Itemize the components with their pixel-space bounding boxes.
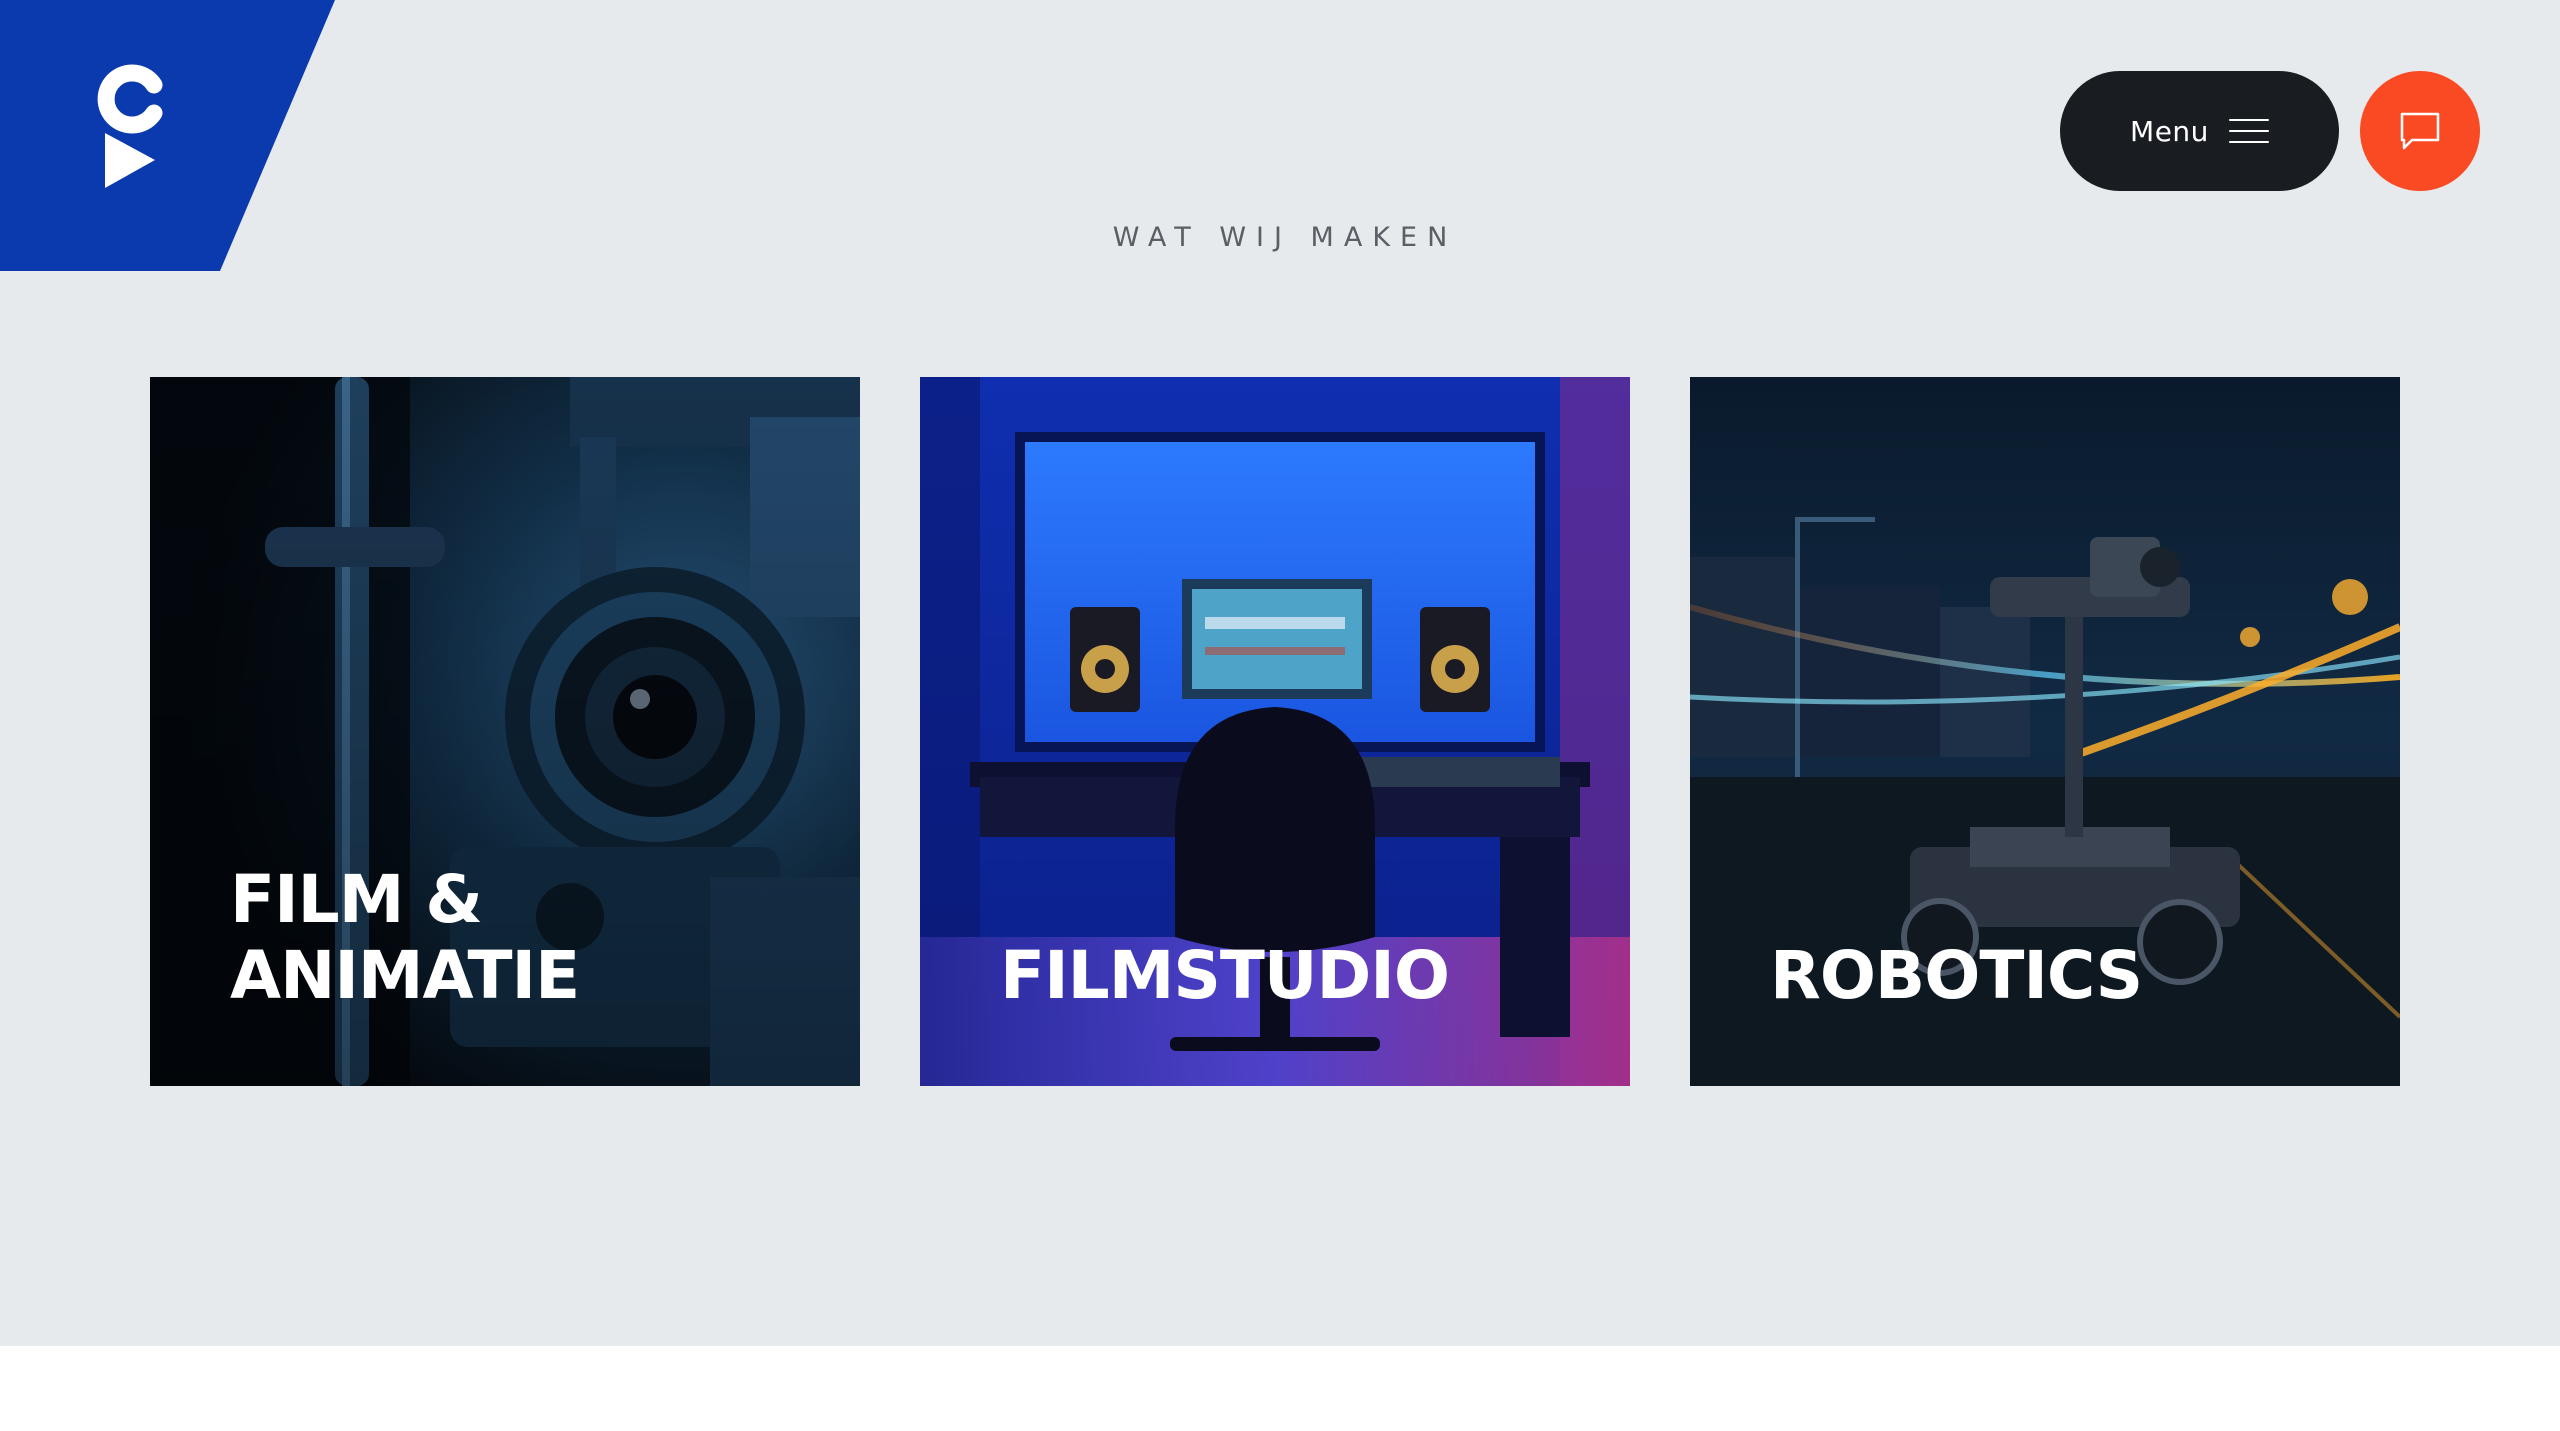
chat-bubble-icon: [2400, 112, 2440, 150]
card-title: FILM & ANIMATIE: [230, 861, 580, 1014]
menu-button[interactable]: Menu: [2060, 71, 2339, 191]
card-title: ROBOTICS: [1770, 937, 2143, 1014]
card-filmstudio[interactable]: FILMSTUDIO: [920, 377, 1630, 1086]
menu-label: Menu: [2130, 114, 2209, 148]
card-film-animatie[interactable]: FILM & ANIMATIE: [150, 377, 860, 1086]
chat-button[interactable]: [2360, 71, 2480, 191]
hamburger-icon: [2228, 119, 2269, 143]
section-eyebrow: WAT WIJ MAKEN: [1112, 222, 1458, 253]
card-robotics[interactable]: ROBOTICS: [1690, 377, 2400, 1086]
card-title: FILMSTUDIO: [1000, 937, 1450, 1014]
hero-section: Menu WAT WIJ MAKEN FILM & ANIMATIE FILMS…: [0, 0, 2560, 1346]
